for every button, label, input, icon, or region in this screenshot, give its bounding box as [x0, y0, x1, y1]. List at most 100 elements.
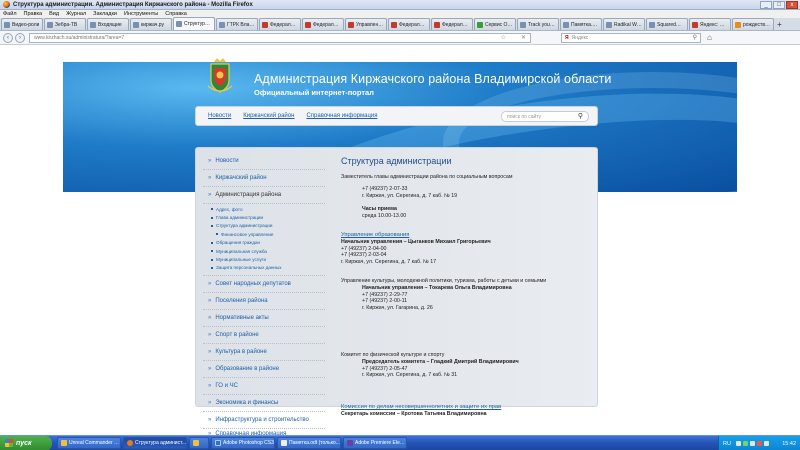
windows-logo-icon — [5, 439, 13, 447]
taskbar-button[interactable]: Adobe Premiere Elem... — [343, 437, 407, 449]
search-icon[interactable]: ⚲ — [693, 34, 697, 41]
browser-tab-active[interactable]: Структура ... — [173, 17, 215, 30]
tray-icon[interactable] — [742, 441, 748, 446]
sidebar-item-infrastructure[interactable]: » Инфраструктура и строительство — [203, 412, 325, 430]
sidebar-item-label: Новости — [215, 158, 239, 164]
sidebar-item-news[interactable]: » Новости — [203, 153, 325, 170]
submenu-item-finance[interactable]: Финансовое управление — [203, 230, 325, 238]
sidebar-item-culture[interactable]: » Культура в районе — [203, 344, 325, 362]
back-button[interactable]: ‹ — [3, 32, 13, 43]
tab-favicon-icon — [305, 21, 311, 28]
menu-tools[interactable]: Инструменты — [124, 11, 158, 17]
submenu-item-head[interactable]: Глава администрации — [203, 213, 325, 221]
browser-tab[interactable]: ГТРК Влади... — [216, 18, 258, 30]
menu-edit[interactable]: Правка — [24, 11, 43, 17]
browser-tab[interactable]: Федеральна... — [302, 18, 344, 30]
nav-reference-link[interactable]: Справочная информация — [306, 113, 377, 119]
taskbar-button[interactable]: Adobe Photoshop CS3 — [211, 437, 275, 449]
home-icon[interactable]: ⌂ — [707, 33, 712, 42]
sidebar-item-settlements[interactable]: » Поселения района — [203, 293, 325, 311]
browser-tab[interactable]: Памятка.odt — [560, 18, 602, 30]
menu-file[interactable]: Файл — [3, 11, 17, 17]
tray-icon[interactable] — [756, 441, 762, 446]
sidebar-item-administration[interactable]: » Администрация района — [203, 187, 325, 204]
taskbar-button[interactable]: Unreal Commander v... — [57, 437, 121, 449]
browser-tab[interactable]: Управление ... — [345, 18, 387, 30]
minimize-button[interactable]: _ — [760, 1, 772, 9]
browser-tab[interactable]: Radikal Wea... — [603, 18, 645, 30]
nav-district-link[interactable]: Киржачский район — [243, 113, 294, 119]
url-text: www.kirzhach.su/administratura/?area=7 — [34, 34, 125, 41]
sidebar-item-sport[interactable]: » Спорт в районе — [203, 327, 325, 345]
browser-tab[interactable]: Track your p... — [517, 18, 559, 30]
education-phone: +7 (49237) 2-04-00 — [341, 245, 387, 252]
stop-icon[interactable]: ✕ — [521, 34, 526, 41]
sidebar-item-district[interactable]: » Киржачский район — [203, 170, 325, 187]
volume-icon[interactable] — [763, 441, 769, 446]
tray-icon[interactable] — [735, 441, 741, 446]
tab-label: Сервис Отсл... — [485, 21, 513, 28]
new-tab-button[interactable]: + — [775, 20, 784, 30]
education-link[interactable]: Управление образования — [341, 232, 591, 239]
submenu-label: Адрес, фото — [216, 206, 243, 212]
browser-tab[interactable]: Федеральна... — [431, 18, 473, 30]
start-button[interactable]: пуск — [0, 435, 52, 450]
education-head: Начальник управления – Цыганков Михаил Г… — [341, 238, 491, 245]
minors-commission-link[interactable]: Комиссия по делам несовершеннолетних и з… — [341, 404, 591, 411]
browser-search-input[interactable]: Я Яндекс ⚲ — [561, 32, 701, 43]
window-titlebar: Структура администрации. Администрация К… — [0, 0, 800, 10]
address-bar[interactable]: www.kirzhach.su/administratura/?area=7 ☆… — [29, 32, 531, 43]
forward-button[interactable]: › — [15, 32, 25, 43]
browser-tab[interactable]: Федеральна... — [259, 18, 301, 30]
deputy-title: Заместитель главы администрации района п… — [341, 174, 513, 180]
menu-history[interactable]: Журнал — [66, 11, 86, 17]
browser-tab[interactable]: киржач.ру — [130, 18, 172, 30]
taskbar-button[interactable]: Памятка.odt (только... — [277, 437, 341, 449]
submenu-item-appeals[interactable]: Обращения граждан — [203, 239, 325, 247]
tab-favicon-icon — [434, 21, 440, 28]
submenu-item-service[interactable]: Муниципальная служба — [203, 247, 325, 255]
taskbar-label: Структура админист... — [135, 440, 186, 446]
language-indicator[interactable]: RU — [723, 441, 731, 447]
submenu-label: Муниципальные услуги — [216, 257, 267, 263]
browser-tab[interactable]: SquaredMail — [646, 18, 688, 30]
sidebar-item-council[interactable]: » Совет народных депутатов — [203, 276, 325, 294]
submenu-item-address[interactable]: Адрес, фото — [203, 205, 325, 213]
menu-bookmarks[interactable]: Закладки — [93, 11, 117, 17]
tray-icon[interactable] — [749, 441, 755, 446]
nav-news-link[interactable]: Новости — [208, 113, 231, 119]
tab-favicon-icon — [90, 21, 96, 28]
sidebar-menu: » Новости » Киржачский район » Администраци… — [203, 153, 325, 439]
browser-tab[interactable]: Сервис Отсл... — [474, 18, 516, 30]
bullet-icon — [211, 208, 213, 211]
sidebar-item-economy[interactable]: » Экономика и финансы — [203, 395, 325, 413]
browser-tab[interactable]: Видео-роли — [1, 18, 43, 30]
chevron-right-icon: » — [208, 366, 212, 373]
chevron-right-icon: » — [208, 158, 212, 164]
submenu-label: Глава администрации — [216, 215, 264, 221]
sidebar-item-acts[interactable]: » Нормативные акты — [203, 310, 325, 328]
chevron-right-icon: » — [208, 383, 212, 390]
close-button[interactable]: x — [786, 1, 798, 9]
chevron-right-icon: » — [208, 417, 212, 424]
site-search-input[interactable]: поиск по сайту ⚲ — [501, 111, 589, 122]
bookmark-star-icon[interactable]: ☆ — [501, 34, 506, 41]
browser-tab[interactable]: Входящие — [87, 18, 129, 30]
search-icon[interactable]: ⚲ — [578, 112, 583, 121]
sidebar-item-label: ГО и ЧС — [215, 383, 238, 390]
tab-favicon-icon — [348, 21, 354, 28]
browser-tab[interactable]: Зебра-ТВ — [44, 18, 86, 30]
education-phone: +7 (49237) 2-03-04 — [341, 252, 387, 259]
sidebar-item-civil-defense[interactable]: » ГО и ЧС — [203, 378, 325, 396]
browser-tab[interactable]: Федеральна... — [388, 18, 430, 30]
taskbar-button-active[interactable]: Структура админист... — [123, 437, 187, 449]
submenu-item-services[interactable]: Муниципальные услуги — [203, 255, 325, 263]
browser-tab[interactable]: Яндекс: Мет... — [689, 18, 731, 30]
submenu-item-privacy[interactable]: Защита персональных данных — [203, 264, 325, 272]
browser-tab[interactable]: рождество ... — [732, 18, 774, 30]
sidebar-item-education[interactable]: » Образование в районе — [203, 361, 325, 379]
taskbar-button[interactable] — [189, 437, 209, 449]
submenu-item-structure[interactable]: Структура администрации — [203, 222, 325, 230]
maximize-button[interactable]: □ — [773, 1, 785, 9]
menu-view[interactable]: Вид — [49, 11, 59, 17]
